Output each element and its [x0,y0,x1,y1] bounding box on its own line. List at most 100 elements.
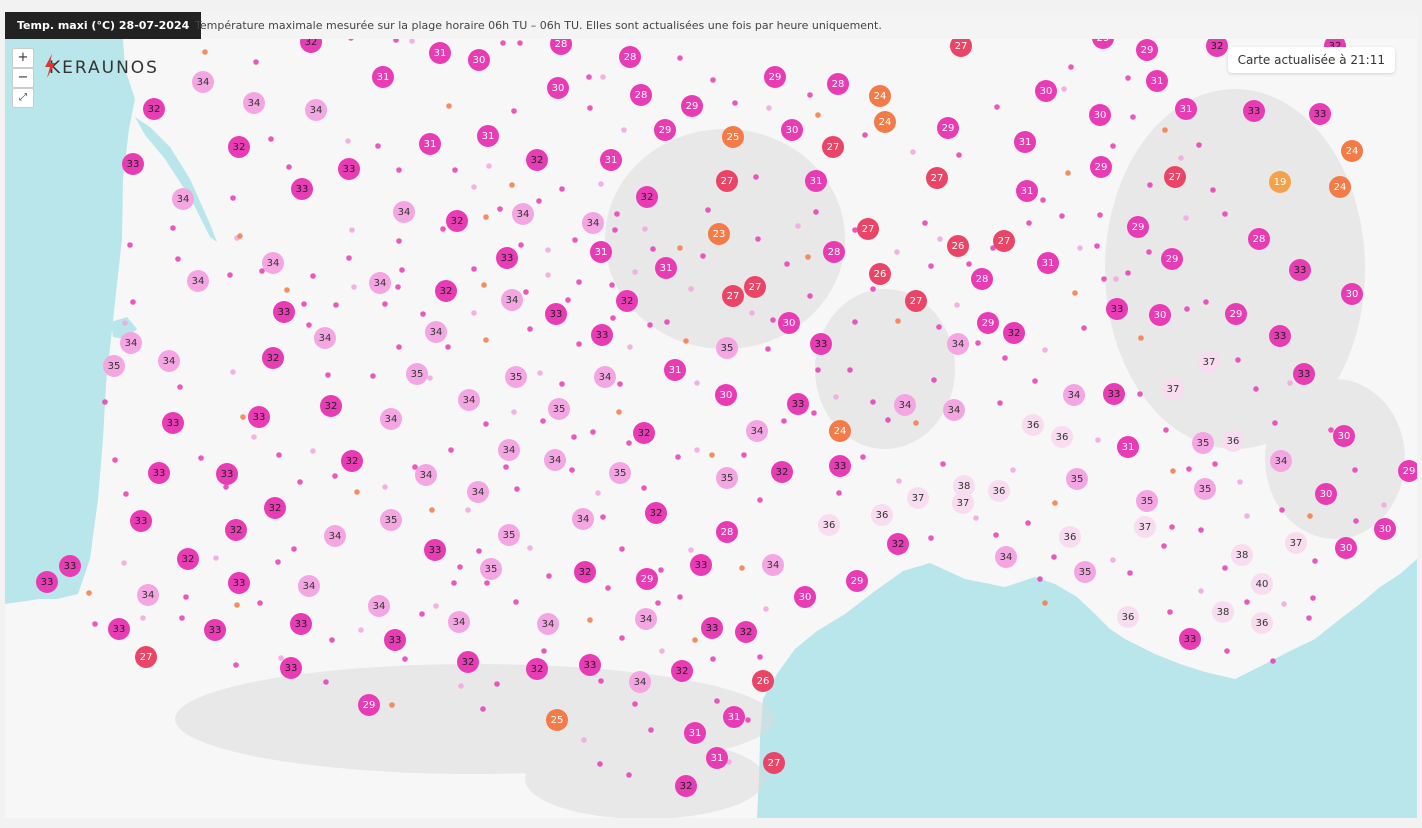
temperature-marker[interactable]: 24 [874,111,896,133]
minor-station-dot[interactable] [595,490,601,496]
minor-station-dot[interactable] [994,104,1000,110]
minor-station-dot[interactable] [1184,306,1190,312]
minor-station-dot[interactable] [928,535,934,541]
temperature-marker[interactable]: 30 [778,312,800,334]
minor-station-dot[interactable] [749,310,755,316]
temperature-marker[interactable]: 32 [645,502,667,524]
temperature-marker[interactable]: 34 [501,289,523,311]
temperature-marker[interactable]: 33 [591,324,613,346]
temperature-marker[interactable]: 34 [498,439,520,461]
temperature-marker[interactable]: 30 [794,586,816,608]
minor-station-dot[interactable] [710,656,716,662]
minor-station-dot[interactable] [429,507,435,513]
temperature-marker[interactable]: 36 [1051,426,1073,448]
minor-station-dot[interactable] [1051,554,1057,560]
minor-station-dot[interactable] [931,377,937,383]
temperature-marker[interactable]: 33 [162,412,184,434]
minor-station-dot[interactable] [910,149,916,155]
minor-station-dot[interactable] [885,417,891,423]
minor-station-dot[interactable] [833,394,839,400]
temperature-marker[interactable]: 36 [1022,414,1044,436]
temperature-marker[interactable]: 33 [1289,259,1311,281]
minor-station-dot[interactable] [349,227,355,233]
minor-station-dot[interactable] [1095,437,1101,443]
minor-station-dot[interactable] [177,384,183,390]
minor-station-dot[interactable] [1125,270,1131,276]
temperature-marker[interactable]: 27 [905,290,927,312]
temperature-marker[interactable]: 33 [338,158,360,180]
temperature-marker[interactable]: 34 [943,399,965,421]
temperature-marker[interactable]: 33 [424,539,446,561]
minor-station-dot[interactable] [122,320,128,326]
temperature-marker[interactable]: 34 [305,99,327,121]
minor-station-dot[interactable] [440,226,446,232]
temperature-marker[interactable]: 34 [368,595,390,617]
minor-station-dot[interactable] [471,266,477,272]
temperature-marker[interactable]: 35 [498,524,520,546]
minor-station-dot[interactable] [688,547,694,553]
temperature-marker[interactable]: 34 [172,188,194,210]
temperature-marker[interactable]: 31 [590,241,612,263]
minor-station-dot[interactable] [121,560,127,566]
minor-station-dot[interactable] [448,447,454,453]
minor-station-dot[interactable] [351,284,357,290]
temperature-marker[interactable]: 27 [135,646,157,668]
temperature-marker[interactable]: 24 [1329,176,1351,198]
minor-station-dot[interactable] [1222,565,1228,571]
minor-station-dot[interactable] [587,617,593,623]
minor-station-dot[interactable] [709,452,715,458]
minor-station-dot[interactable] [419,611,425,617]
temperature-marker[interactable]: 37 [1162,378,1184,400]
temperature-marker[interactable]: 26 [752,670,774,692]
temperature-marker[interactable]: 30 [547,77,569,99]
minor-station-dot[interactable] [451,580,457,586]
minor-station-dot[interactable] [813,209,819,215]
minor-station-dot[interactable] [1381,502,1387,508]
minor-station-dot[interactable] [1212,461,1218,467]
minor-station-dot[interactable] [1203,299,1209,305]
temperature-marker[interactable]: 33 [701,617,723,639]
minor-station-dot[interactable] [332,473,338,479]
temperature-marker[interactable]: 33 [273,301,295,323]
temperature-marker[interactable]: 32 [616,290,638,312]
temperature-marker[interactable]: 34 [458,389,480,411]
minor-station-dot[interactable] [692,637,698,643]
minor-station-dot[interactable] [527,545,533,551]
temperature-marker[interactable]: 35 [548,398,570,420]
temperature-marker[interactable]: 34 [467,481,489,503]
minor-station-dot[interactable] [123,491,129,497]
minor-station-dot[interactable] [545,247,551,253]
minor-station-dot[interactable] [677,245,683,251]
minor-station-dot[interactable] [257,600,263,606]
minor-station-dot[interactable] [396,238,402,244]
minor-station-dot[interactable] [518,242,524,248]
temperature-marker[interactable]: 32 [526,658,548,680]
minor-station-dot[interactable] [894,249,900,255]
minor-station-dot[interactable] [569,467,575,473]
temperature-marker[interactable]: 32 [435,280,457,302]
minor-station-dot[interactable] [739,565,745,571]
temperature-marker[interactable]: 19 [1269,171,1291,193]
minor-station-dot[interactable] [658,567,664,573]
temperature-marker[interactable]: 33 [384,629,406,651]
temperature-marker[interactable]: 31 [372,66,394,88]
minor-station-dot[interactable] [503,464,509,470]
temperature-marker[interactable]: 32 [675,775,697,797]
temperature-marker[interactable]: 36 [988,480,1010,502]
minor-station-dot[interactable] [997,400,1003,406]
minor-station-dot[interactable] [1094,243,1100,249]
temperature-marker[interactable]: 34 [393,201,415,223]
temperature-marker[interactable]: 34 [746,420,768,442]
temperature-marker[interactable]: 28 [823,241,845,263]
minor-station-dot[interactable] [870,286,876,292]
minor-station-dot[interactable] [741,452,747,458]
minor-station-dot[interactable] [237,233,243,239]
minor-station-dot[interactable] [1125,75,1131,81]
minor-station-dot[interactable] [223,484,229,490]
minor-station-dot[interactable] [346,255,352,261]
minor-station-dot[interactable] [268,136,274,142]
minor-station-dot[interactable] [301,301,307,307]
minor-station-dot[interactable] [1026,220,1032,226]
minor-station-dot[interactable] [705,207,711,213]
temperature-marker[interactable]: 34 [1270,450,1292,472]
